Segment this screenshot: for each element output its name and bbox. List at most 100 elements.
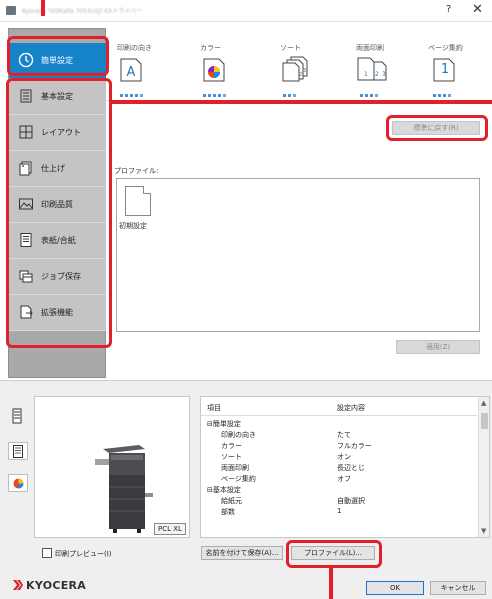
summary-value: フルカラー [337,442,372,450]
svg-text:A: A [127,65,136,80]
finishing-icon [19,161,32,176]
window-title: Kyocera TASKalfa 7054ci(J) KXドライバー [22,8,143,15]
sidebar-item-cover[interactable]: 表紙/合紙 [9,223,107,259]
summary-scrollbar[interactable]: ▲ ▼ [478,397,489,537]
summary-item: 給紙元 [221,497,242,505]
layout-grid-icon [19,125,33,139]
pages-per-sheet-selector-dots[interactable] [433,91,453,97]
summary-value: オン [337,453,351,461]
clock-icon [18,52,34,68]
apply-button[interactable]: 適用(Z) [396,340,480,354]
column-duplex-label: 両面印刷 [356,44,384,52]
sidebar-item-finishing[interactable]: 仕上げ [9,151,107,187]
save-as-button[interactable]: 名前を付けて保存(A)... [201,546,283,560]
settings-sidebar: 簡単設定 基本設定 レイアウト 仕上げ 印刷品質 表紙/合紙 ジョブ保存 拡張機… [8,28,107,378]
document-view-button[interactable] [8,442,28,460]
summary-item: 印刷の向き [221,431,256,439]
sidebar-item-label: 基本設定 [41,92,73,101]
close-button[interactable]: ✕ [472,2,483,17]
chevron-up-icon[interactable]: ▲ [481,399,486,407]
column-color-label: カラー [200,44,221,52]
profile-button[interactable]: プロファイル(L)... [291,546,375,560]
chevron-down-icon[interactable]: ▼ [481,527,486,535]
scrollbar-thumb[interactable] [481,413,488,429]
duplex-selector-dots[interactable] [360,91,380,97]
collate-selector-dots[interactable] [283,91,298,97]
kyocera-logo: KYOCERA [12,576,86,594]
summary-header-divider [201,415,477,416]
color-view-button[interactable] [8,474,28,492]
print-preview-checkbox[interactable] [42,548,52,558]
printer-icon [6,6,16,15]
document-icon [13,445,23,458]
summary-row: ⊟簡単設定 [201,419,477,430]
sidebar-item-label: レイアウト [41,128,81,137]
divider [106,100,492,101]
color-palette-icon[interactable] [203,58,225,82]
summary-header-item: 項目 [207,404,221,412]
column-collate-label: ソート [280,44,301,52]
sidebar-item-basic[interactable]: 基本設定 [9,79,107,115]
summary-item: ソート [221,453,242,461]
duplex-icon[interactable]: 1 2 3 [356,56,388,82]
sidebar-item-quick-print[interactable]: 簡単設定 [9,43,107,79]
summary-value: 長辺とじ [337,464,365,472]
summary-item: ⊟簡単設定 [207,420,241,428]
profile-list: 初期設定 [116,178,480,332]
column-pages-per-sheet-label: ページ集約 [428,44,463,52]
summary-value: たて [337,431,351,439]
sidebar-item-extension[interactable]: 拡張機能 [9,295,107,331]
sidebar-item-label: 簡単設定 [41,56,73,65]
profile-default-name: 初期設定 [119,222,147,230]
orientation-a-icon[interactable]: A [120,58,142,82]
printer-image [95,445,153,533]
cancel-button[interactable]: キャンセル [430,581,486,595]
summary-item: ⊟基本設定 [207,486,241,494]
title-bar: Kyocera TASKalfa 7054ci(J) KXドライバー ? ✕ [0,0,492,22]
image-quality-icon [19,198,33,210]
summary-value: 自動選択 [337,497,365,505]
extension-icon [20,305,33,319]
settings-summary: 項目 設定内容 ⊟簡単設定 印刷の向き たて カラー フルカラー ソート オン 両面印… [200,396,490,538]
svg-text:3: 3 [382,71,386,78]
summary-row: 給紙元 自動選択 [201,496,477,507]
svg-text:1: 1 [364,71,368,78]
summary-header-value: 設定内容 [337,404,365,412]
summary-item: 部数 [221,508,235,516]
color-selector-dots[interactable] [203,91,228,97]
document-list-icon [20,89,32,103]
sidebar-item-layout[interactable]: レイアウト [9,115,107,151]
summary-value: 1 [337,507,342,515]
summary-item: ページ集約 [221,475,256,483]
summary-row: ページ集約 オフ [201,474,477,485]
sidebar-item-label: 印刷品質 [41,200,73,209]
color-icon [13,478,24,489]
summary-item: 両面印刷 [221,464,249,472]
ok-button[interactable]: OK [366,581,424,595]
summary-item: カラー [221,442,242,450]
sidebar-item-label: 仕上げ [41,164,65,173]
summary-row: 印刷の向き たて [201,430,477,441]
column-orientation-label: 印刷の向き [117,44,152,52]
printer-settings-icon[interactable] [9,408,25,424]
summary-row: ⊟基本設定 [201,485,477,496]
reset-defaults-button[interactable]: 標準に戻す(R) [392,121,480,135]
svg-text:3: 3 [303,68,306,74]
kyocera-logo-mark [13,580,23,590]
cover-page-icon [20,233,32,247]
collate-icon[interactable]: 3 2 [281,56,309,82]
sidebar-item-label: 表紙/合紙 [41,236,76,245]
profile-label: プロファイル: [114,167,159,175]
brand-name: KYOCERA [26,578,87,592]
svg-text:2: 2 [375,71,379,78]
sidebar-item-job-storage[interactable]: ジョブ保存 [9,259,107,295]
pcl-xl-badge: PCL XL [154,523,186,535]
orientation-selector-dots[interactable] [120,91,145,97]
summary-row: カラー フルカラー [201,441,477,452]
help-button[interactable]: ? [446,4,451,15]
sidebar-item-image-quality[interactable]: 印刷品質 [9,187,107,223]
printer-preview: PCL XL [34,396,190,538]
profile-default-tile[interactable] [125,186,151,216]
sidebar-item-label: 拡張機能 [41,308,73,317]
summary-row: 部数 1 [201,507,477,518]
